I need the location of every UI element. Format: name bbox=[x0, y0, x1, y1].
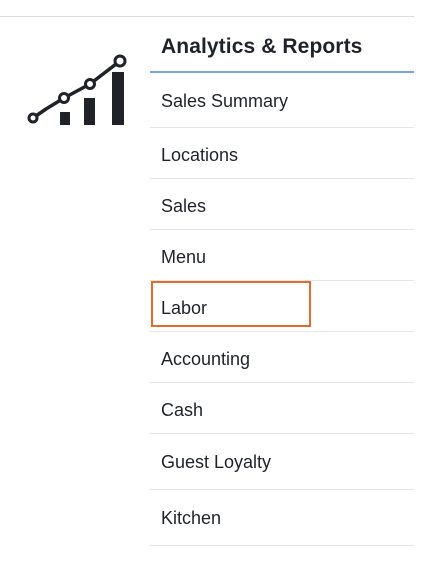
menu-item-sales-summary[interactable]: Sales Summary bbox=[150, 73, 414, 128]
menu-item-labor-label: Labor bbox=[161, 298, 208, 318]
menu-item-cash[interactable]: Cash bbox=[150, 383, 414, 434]
menu-item-labor[interactable]: Labor bbox=[150, 281, 414, 332]
analytics-reports-menu: Analytics & Reports Sales Summary Locati… bbox=[150, 17, 414, 546]
menu-title: Analytics & Reports bbox=[150, 17, 414, 73]
menu-item-menu[interactable]: Menu bbox=[150, 230, 414, 281]
menu-list: Sales Summary Locations Sales Menu Labor… bbox=[150, 73, 414, 546]
menu-item-guest-loyalty[interactable]: Guest Loyalty bbox=[150, 434, 414, 490]
analytics-growth-icon bbox=[27, 54, 127, 125]
menu-item-accounting[interactable]: Accounting bbox=[150, 332, 414, 383]
menu-item-locations[interactable]: Locations bbox=[150, 128, 414, 179]
menu-item-sales[interactable]: Sales bbox=[150, 179, 414, 230]
menu-item-kitchen[interactable]: Kitchen bbox=[150, 490, 414, 546]
